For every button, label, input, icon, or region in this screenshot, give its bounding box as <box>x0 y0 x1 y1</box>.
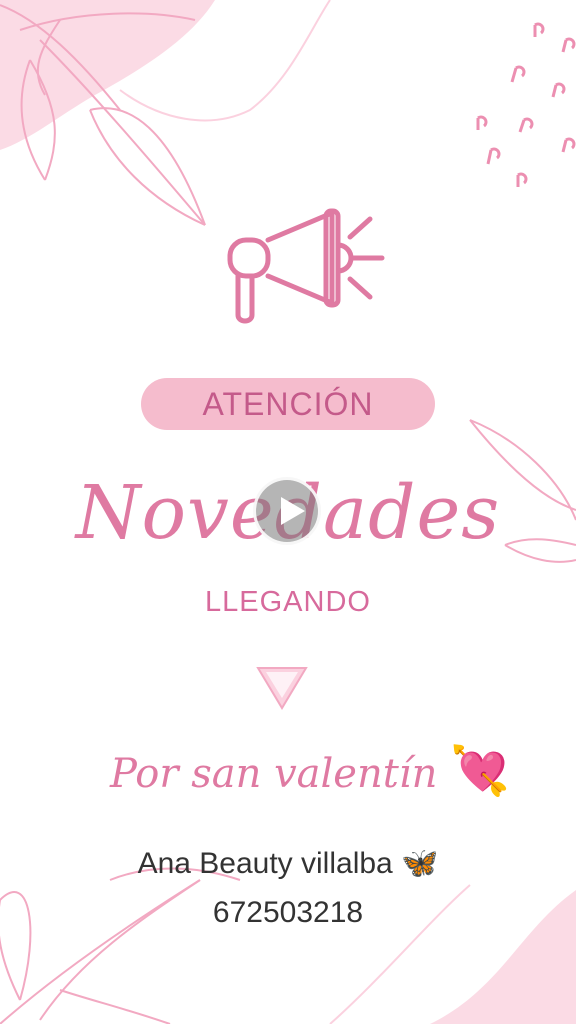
megaphone-icon <box>227 208 385 324</box>
attention-badge: ATENCIÓN <box>141 378 435 430</box>
heart-confetti <box>476 22 576 187</box>
play-button[interactable] <box>253 477 321 545</box>
triangle-down-icon <box>256 667 308 710</box>
attention-label: ATENCIÓN <box>202 385 374 422</box>
phone-number: 672503218 <box>212 896 364 929</box>
subheading: LLEGANDO <box>205 586 371 618</box>
butterfly-icon: 🦋 <box>401 847 439 880</box>
occasion-line: Por san valentín 💘 <box>110 742 510 799</box>
occasion-text: Por san valentín <box>110 751 438 797</box>
bottom-left-leaves <box>0 867 241 1024</box>
shop-line: Ana Beauty villalba 🦋 <box>0 846 576 881</box>
heart-with-arrow-icon: 💘 <box>450 743 510 799</box>
shop-name: Ana Beauty villalba <box>137 847 393 880</box>
